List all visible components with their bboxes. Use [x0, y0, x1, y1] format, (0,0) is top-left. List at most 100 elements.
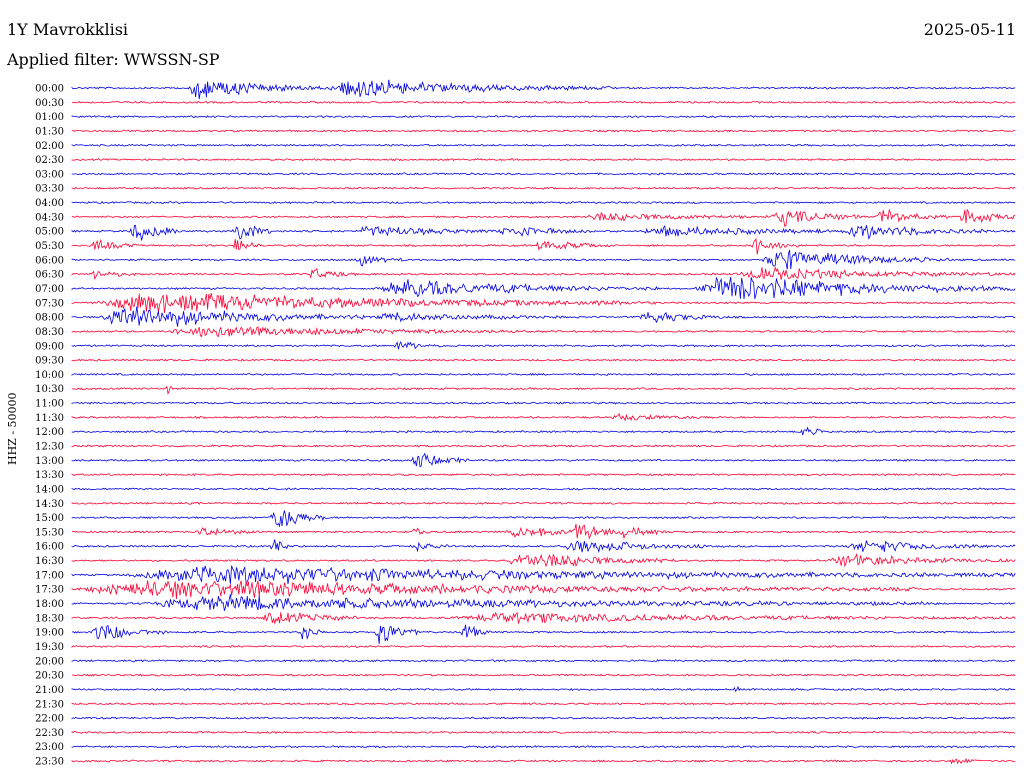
trace-line [71, 745, 1016, 749]
trace-line [71, 340, 1016, 350]
trace-line [71, 673, 1016, 677]
time-tick-label: 08:30 [35, 327, 64, 338]
time-tick-label: 04:30 [35, 212, 64, 223]
time-tick-label: 14:00 [35, 484, 64, 495]
helicorder-plot: 00:00 00:30 01:00 01:30 02:00 02:30 03:00 03:30… [35, 79, 1016, 768]
trace-line [71, 158, 1016, 162]
time-tick-label: 16:00 [35, 542, 64, 553]
time-tick-label: 02:30 [35, 155, 64, 166]
trace-line [71, 659, 1016, 663]
trace-line [71, 200, 1016, 205]
trace-line [71, 580, 1016, 600]
trace-line [71, 730, 1016, 735]
time-tick-label: 19:30 [35, 642, 64, 653]
time-tick-label: 14:30 [35, 499, 64, 510]
time-tick-label: 17:00 [35, 570, 64, 581]
time-tick-label: 00:30 [35, 98, 64, 109]
trace-line [71, 552, 1016, 568]
time-tick-label: 15:00 [35, 513, 64, 524]
station-title: 1Y Mavrokklisi [7, 20, 129, 39]
time-tick-label: 08:00 [35, 313, 64, 324]
trace-line [71, 276, 1016, 300]
trace-line [71, 624, 1016, 644]
trace-line [71, 326, 1016, 338]
trace-line [71, 208, 1016, 228]
time-tick-label: 17:30 [35, 585, 64, 596]
trace-line [71, 523, 1016, 540]
time-tick-label: 11:30 [35, 413, 64, 424]
time-tick-label: 01:30 [35, 126, 64, 137]
trace-line [71, 510, 1016, 528]
time-tick-label: 15:30 [35, 527, 64, 538]
trace-line [71, 79, 1016, 100]
trace-line [71, 401, 1016, 405]
trace-line [71, 702, 1016, 706]
trace-line [71, 358, 1016, 362]
trace-line [71, 594, 1016, 611]
trace-line [71, 372, 1016, 376]
trace-line [71, 293, 1016, 314]
trace-line [71, 444, 1016, 448]
time-tick-label: 22:30 [35, 728, 64, 739]
time-tick-label: 13:00 [35, 456, 64, 467]
trace-line [71, 473, 1016, 477]
trace-line [71, 452, 1016, 468]
trace-line [71, 224, 1016, 241]
trace-line [71, 249, 1016, 270]
time-tick-label: 10:00 [35, 370, 64, 381]
time-tick-label: 21:00 [35, 685, 64, 696]
channel-label: HHZ - 50000 [6, 392, 19, 465]
time-tick-label: 00:00 [35, 84, 64, 95]
time-tick-label: 13:30 [35, 470, 64, 481]
time-tick-label: 23:00 [35, 742, 64, 753]
filter-prefix: Applied filter: [7, 50, 124, 69]
time-tick-label: 06:30 [35, 270, 64, 281]
time-tick-label: 05:30 [35, 241, 64, 252]
filter-name: WWSSN-SP [123, 50, 220, 69]
time-tick-label: 19:00 [35, 628, 64, 639]
trace-line [71, 539, 1016, 554]
trace-line [71, 685, 1016, 693]
time-tick-label: 07:00 [35, 284, 64, 295]
time-tick-label: 06:00 [35, 255, 64, 266]
trace-line [71, 186, 1016, 190]
filter-line: Applied filter: WWSSN-SP [7, 50, 220, 70]
time-tick-label: 18:30 [35, 613, 64, 624]
time-axis: 00:00 00:30 01:00 01:30 02:00 02:30 03:00 03:30… [35, 84, 64, 768]
time-tick-label: 07:30 [35, 298, 64, 309]
time-tick-label: 09:00 [35, 341, 64, 352]
trace-line [71, 237, 1016, 255]
trace-line [71, 426, 1016, 436]
trace-line [71, 385, 1016, 395]
trace-line [71, 143, 1016, 147]
trace-line [71, 129, 1016, 133]
trace-line [71, 306, 1016, 327]
time-tick-label: 04:00 [35, 198, 64, 209]
time-tick-label: 20:00 [35, 656, 64, 667]
trace-line [71, 644, 1016, 649]
time-tick-label: 22:00 [35, 714, 64, 725]
time-tick-label: 09:30 [35, 356, 64, 367]
trace-line [71, 565, 1016, 584]
trace-line [71, 115, 1016, 119]
time-tick-label: 02:00 [35, 141, 64, 152]
time-tick-label: 12:30 [35, 442, 64, 453]
trace-line [71, 412, 1016, 422]
trace-line [71, 487, 1016, 491]
trace-line [71, 266, 1016, 281]
trace-line [71, 501, 1016, 505]
time-tick-label: 01:00 [35, 112, 64, 123]
time-tick-label: 21:30 [35, 699, 64, 710]
trace-line [71, 757, 1016, 765]
time-tick-label: 16:30 [35, 556, 64, 567]
time-tick-label: 12:00 [35, 427, 64, 438]
time-tick-label: 10:30 [35, 384, 64, 395]
time-tick-label: 23:30 [35, 757, 64, 768]
trace-group [71, 79, 1016, 765]
time-tick-label: 03:00 [35, 169, 64, 180]
time-tick-label: 05:00 [35, 227, 64, 238]
trace-line [71, 716, 1016, 720]
trace-line [71, 172, 1016, 176]
trace-line [71, 611, 1016, 625]
time-tick-label: 20:30 [35, 671, 64, 682]
